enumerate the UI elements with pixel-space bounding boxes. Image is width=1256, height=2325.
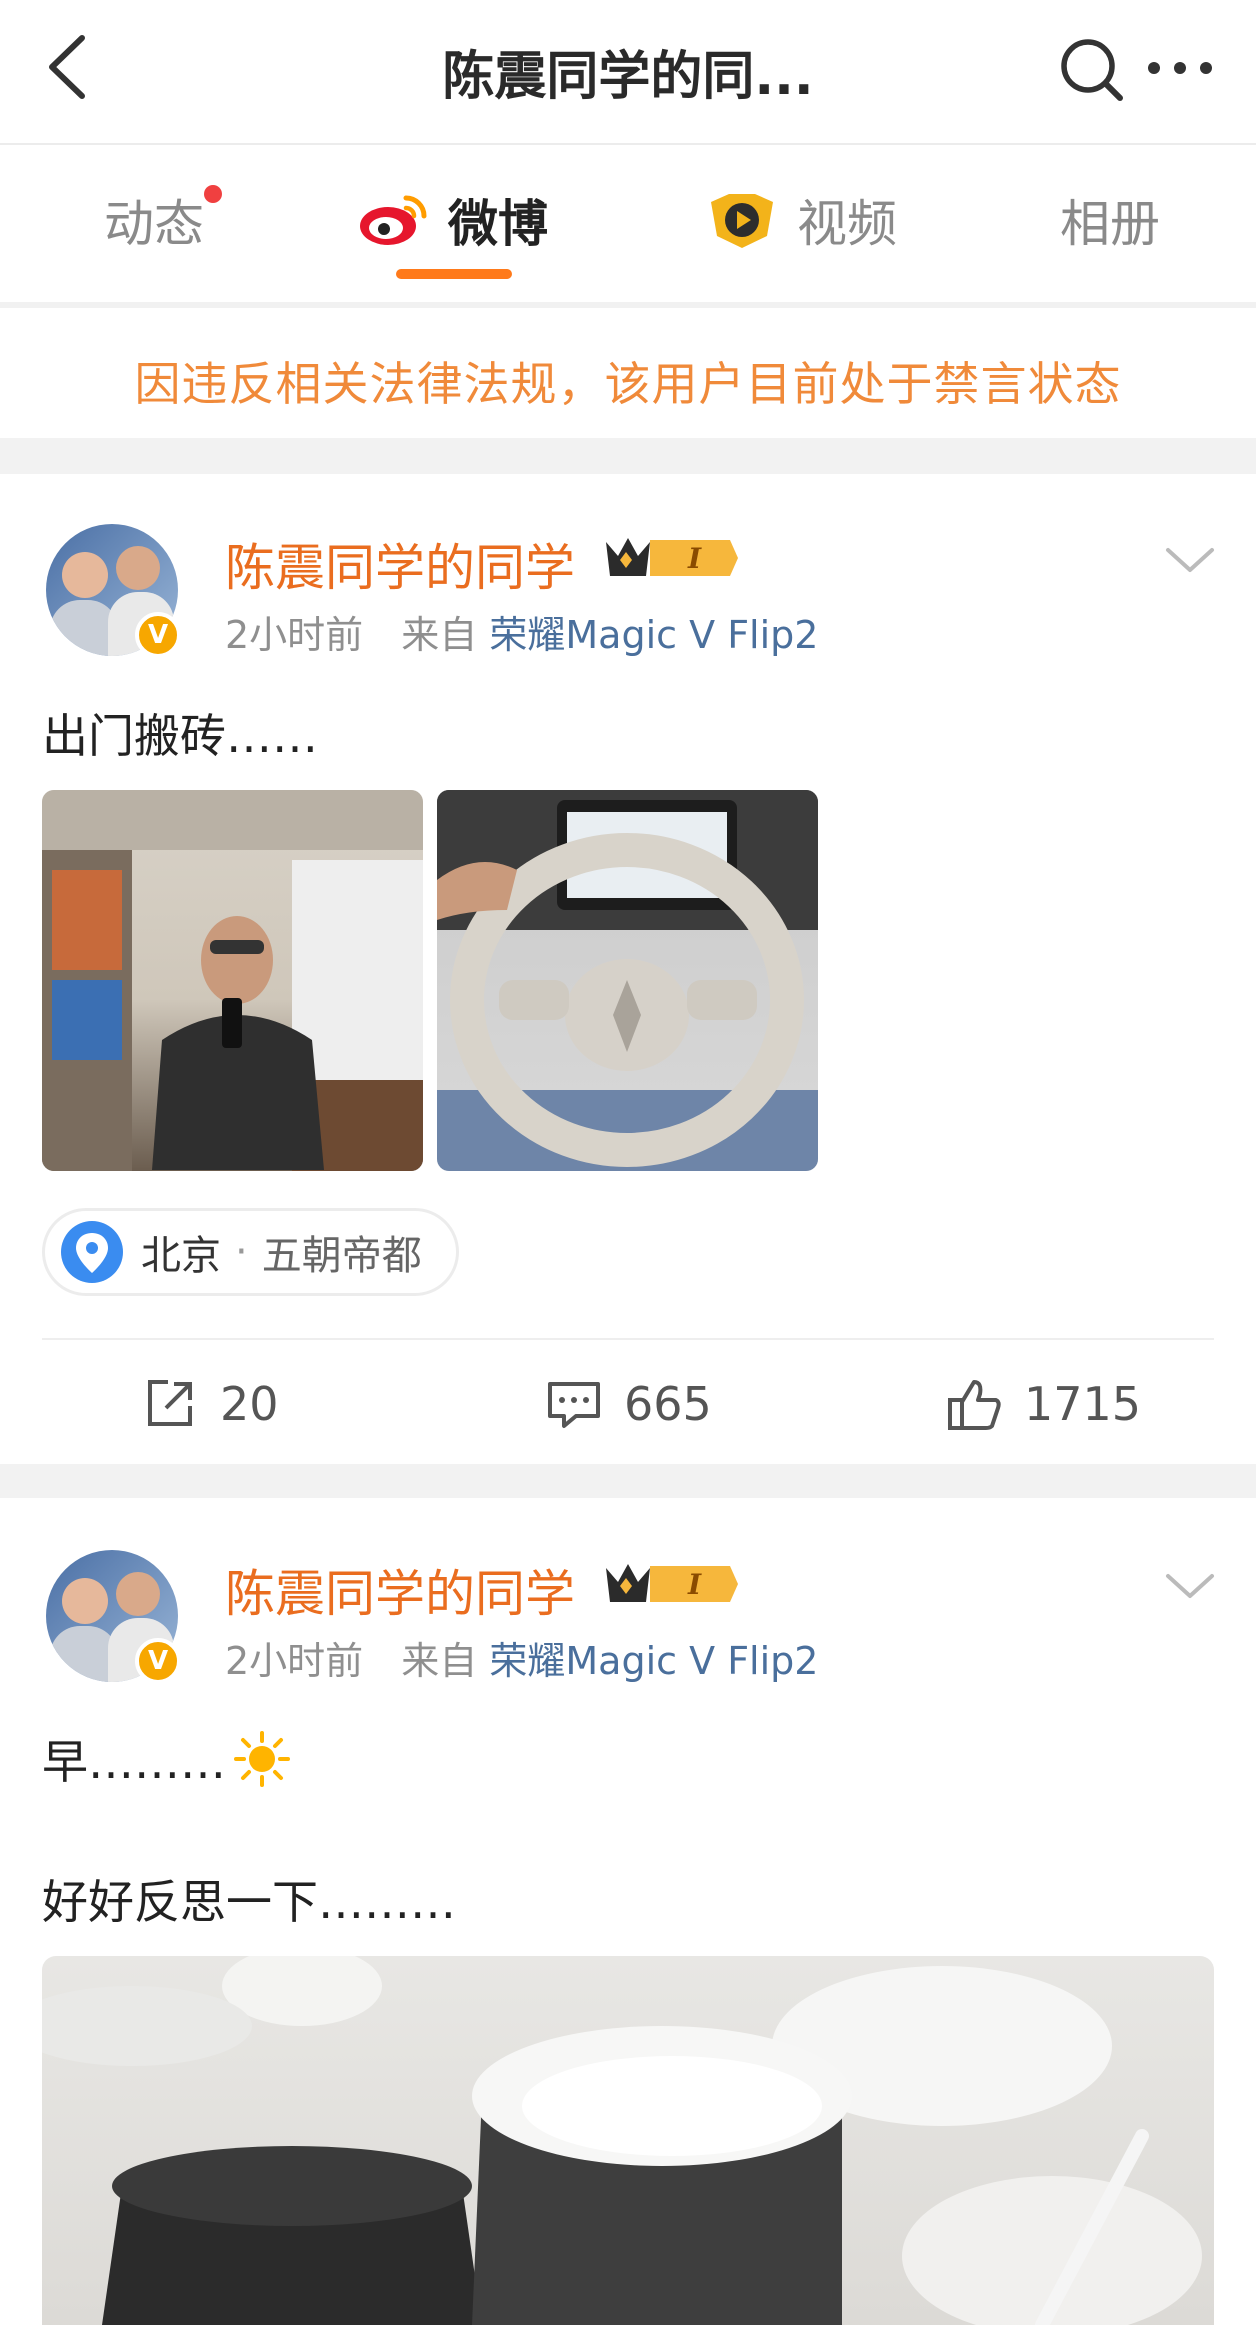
tab-label: 动态 [104,195,204,253]
svg-text:I: I [687,1568,702,1601]
repost-count: 20 [220,1377,279,1431]
tab-label: 视频 [797,195,897,253]
ban-notice-text: 因违反相关法律法规，该用户目前处于禁言状态 [134,357,1122,411]
tab-dynamics[interactable]: 动态 [104,185,222,255]
more-icon[interactable] [1142,38,1218,98]
verified-v-icon: V [135,612,181,658]
repost-button[interactable]: 20 [142,1374,279,1434]
location-city: 北京 [141,1233,221,1279]
like-count: 1715 [1024,1377,1142,1431]
breakfast-photo [42,1956,1202,2325]
post-text-line: 早……… [42,1726,292,1792]
chevron-down-icon[interactable] [1162,540,1218,580]
from-label: 来自 [401,613,478,657]
post-image-breakfast[interactable] [42,1956,1214,2325]
video-play-icon [711,194,773,248]
comment-count: 665 [624,1377,712,1431]
member-crown-icon: I [606,1564,738,1602]
weibo-logo-icon [360,195,427,245]
section-gap [0,438,1256,474]
tab-video[interactable]: 视频 [705,185,897,255]
tab-label: 微博 [448,195,548,253]
profile-tabs: 动态 微博 视频 相册 [0,147,1256,297]
post-time: 2小时前 [225,613,364,657]
ban-notice: 因违反相关法律法规，该用户目前处于禁言状态 [0,302,1256,438]
back-arrow-icon[interactable] [40,32,100,102]
post-meta: 2小时前 来自 荣耀Magic V Flip2 [225,604,818,659]
comment-icon [548,1382,600,1428]
chevron-down-icon[interactable] [1162,1566,1218,1606]
post-text-1: 早……… [42,1735,226,1789]
divider [42,1338,1214,1340]
tab-album[interactable]: 相册 [1060,185,1160,255]
steering-wheel-photo [437,790,818,1171]
post-text-2: 好好反思一下……… [42,1875,456,1929]
tab-label: 相册 [1060,195,1160,253]
comment-button[interactable]: 665 [546,1374,712,1434]
notification-dot [204,185,222,203]
post-image-selfie[interactable] [42,790,423,1171]
tab-weibo[interactable]: 微博 [356,185,548,255]
member-crown-icon: I [606,538,738,576]
post-author[interactable]: 陈震同学的同学 [225,1554,575,1626]
selfie-photo [42,790,423,1171]
like-button[interactable]: 1715 [946,1374,1141,1434]
location-place: 五朝帝都 [261,1233,422,1279]
page-title: 陈震同学的同... [442,47,814,107]
post-time: 2小时前 [225,1639,364,1683]
verified-v-icon: V [135,1638,181,1684]
repost-icon [148,1380,192,1426]
post-text: 出门搬砖…… [42,709,318,763]
top-bar: 陈震同学的同... [0,0,1256,145]
location-pin-icon [61,1221,123,1283]
post-author[interactable]: 陈震同学的同学 [225,528,575,600]
post-source[interactable]: 荣耀Magic V Flip2 [489,613,818,657]
post-meta: 2小时前 来自 荣耀Magic V Flip2 [225,1630,818,1685]
active-tab-indicator [396,269,512,279]
thumbs-up-icon [948,1380,1001,1430]
from-label: 来自 [401,1639,478,1683]
sun-emoji-icon [234,1731,290,1787]
svg-text:I: I [687,542,702,575]
section-gap [0,1464,1256,1498]
search-icon[interactable] [1056,34,1126,104]
location-chip[interactable]: 北京 · 五朝帝都 [42,1208,459,1296]
post-image-steering-wheel[interactable] [437,790,818,1171]
post-source[interactable]: 荣耀Magic V Flip2 [489,1639,818,1683]
location-separator: · [235,1229,248,1275]
